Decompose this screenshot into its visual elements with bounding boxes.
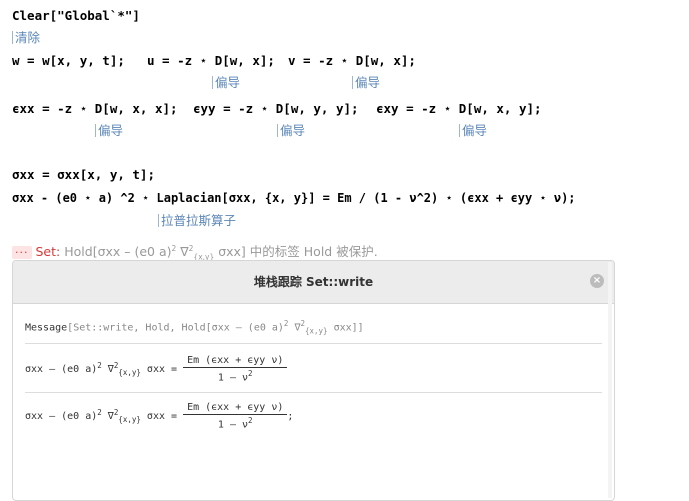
input-exy[interactable]: ϵxy = -z ⋆ D[w, x, y];	[376, 101, 542, 116]
panel-scrollbar[interactable]	[608, 262, 612, 498]
input-clear[interactable]: Clear["Global`*"]	[12, 8, 140, 23]
fraction-1: Em (ϵxx + ϵyy ν) 1 – ν2	[183, 355, 288, 383]
message-expr: Hold[σxx – (e0 a)2 ∇2{x,y} σxx]	[64, 243, 246, 262]
input-w[interactable]: w = w[x, y, t];	[12, 53, 125, 68]
annotation-laplacian: 拉普拉斯算子	[158, 210, 236, 229]
annotation-deriv-exx: 偏导	[95, 120, 123, 139]
annotation-deriv-v: 偏导	[352, 72, 380, 91]
stack-trace-panel: 堆栈跟踪 Set::write × Message[Set::write, Ho…	[12, 260, 615, 501]
input-equation[interactable]: σxx - (e0 ⋆ a) ^2 ⋆ Laplacian[σxx, {x, y…	[12, 191, 576, 205]
stack-trace-title: 堆栈跟踪 Set::write	[253, 275, 374, 289]
annotation-deriv-eyy: 偏导	[277, 120, 305, 139]
close-icon[interactable]: ×	[590, 274, 604, 288]
trace-row-equation-2[interactable]: σxx – (e0 a)2 ∇2{x,y} σxx = Em (ϵxx + ϵy…	[25, 402, 293, 430]
stack-trace-header: 堆栈跟踪 Set::write ×	[13, 261, 614, 304]
message-menu-button[interactable]: ···	[12, 246, 32, 259]
input-v[interactable]: v = -z ⋆ D[w, x];	[288, 53, 416, 68]
annotation-deriv-u: 偏导	[212, 72, 240, 91]
annotation-clear: 清除	[12, 27, 40, 46]
message-label: Set:	[35, 244, 61, 259]
annotation-deriv-exy: 偏导	[459, 120, 487, 139]
message-line: ··· Set: Hold[σxx – (e0 a)2 ∇2{x,y} σxx] …	[12, 241, 378, 262]
trace-row-message[interactable]: Message[Set::write, Hold, Hold[σxx – (e0…	[25, 319, 364, 335]
message-text: 中的标签 Hold 被保护.	[249, 244, 378, 259]
input-exx[interactable]: ϵxx = -z ⋆ D[w, x, x];	[12, 101, 178, 116]
input-u[interactable]: u = -z ⋆ D[w, x];	[147, 53, 275, 68]
fraction-2: Em (ϵxx + ϵyy ν) 1 – ν2	[183, 402, 288, 430]
trace-row-equation-1[interactable]: σxx – (e0 a)2 ∇2{x,y} σxx = Em (ϵxx + ϵy…	[25, 355, 288, 383]
input-sigma[interactable]: σxx = σxx[x, y, t];	[12, 167, 155, 182]
trace-separator-1	[25, 343, 602, 344]
input-eyy[interactable]: ϵyy = -z ⋆ D[w, y, y];	[193, 101, 359, 116]
trace-separator-2	[25, 392, 602, 393]
